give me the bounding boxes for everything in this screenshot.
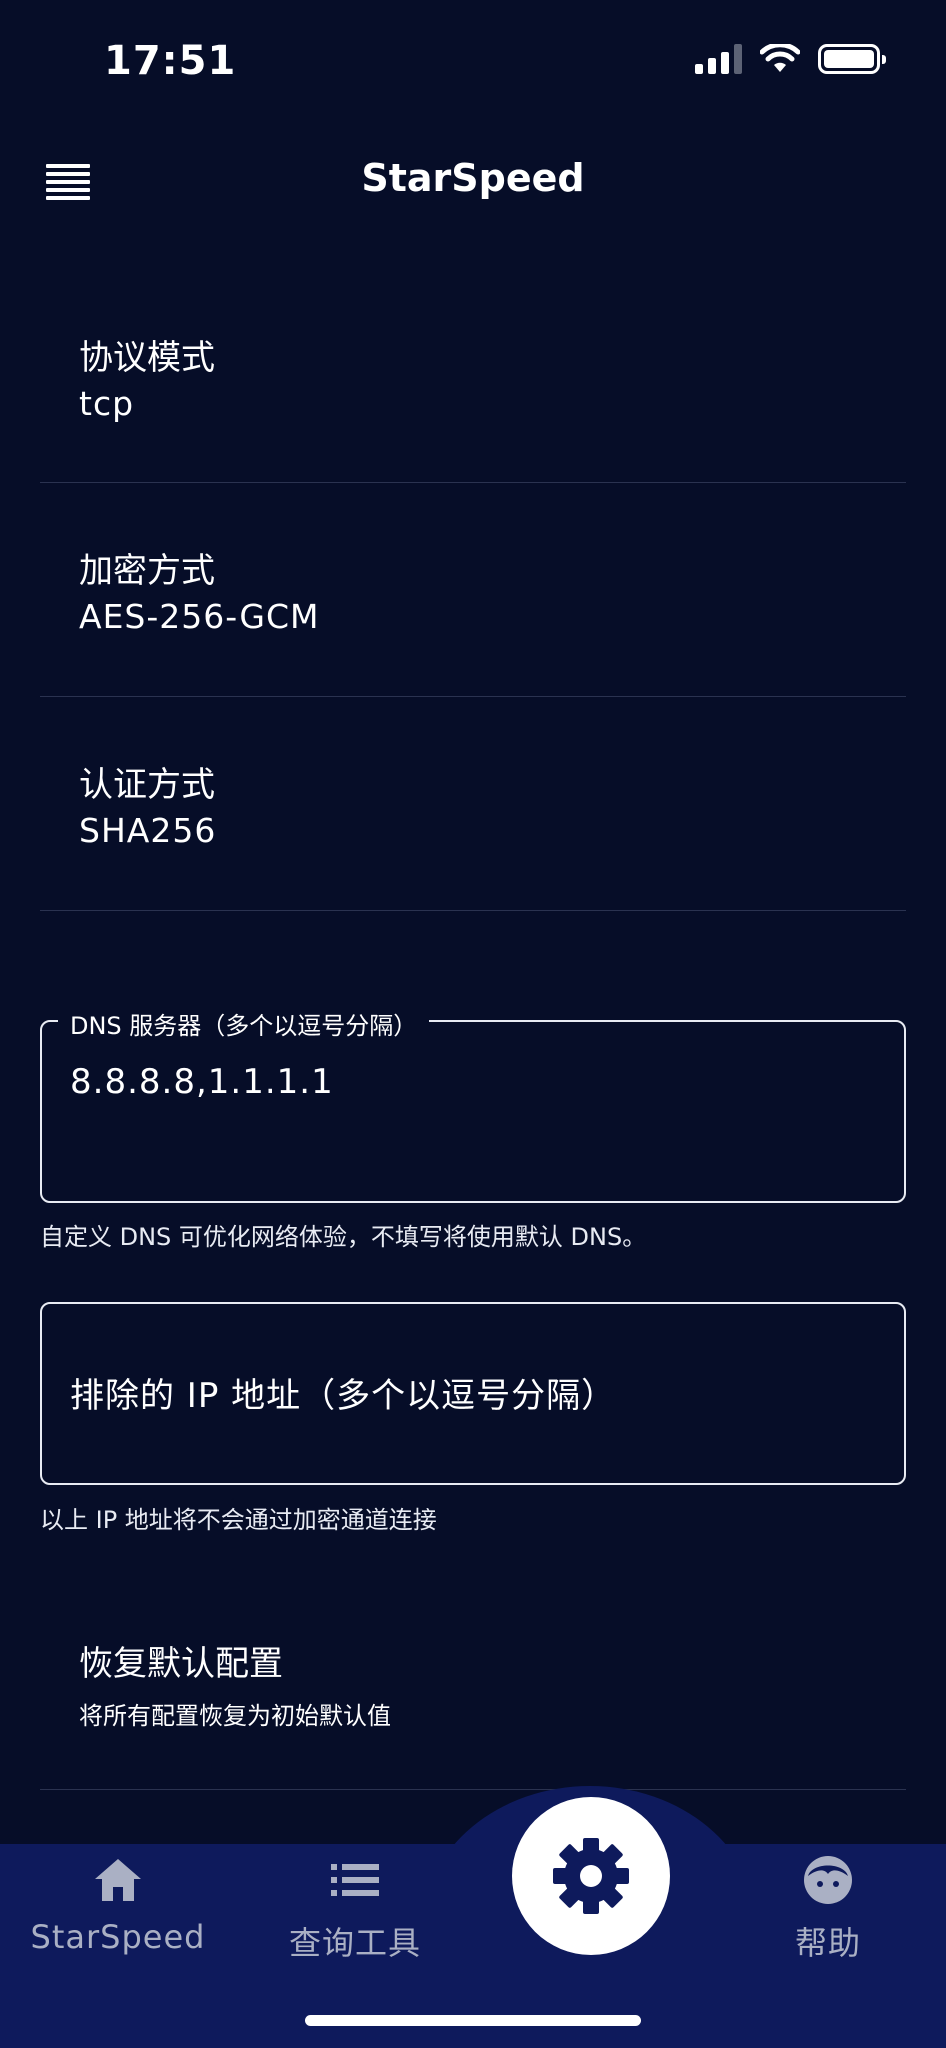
dns-helper-text: 自定义 DNS 可优化网络体验，不填写将使用默认 DNS。 — [40, 1223, 647, 1251]
page-title: StarSpeed — [361, 156, 585, 200]
home-icon — [18, 1852, 218, 1908]
encryption-method-value: AES-256-GCM — [79, 597, 320, 636]
list-icon — [255, 1852, 455, 1908]
dns-server-value: 8.8.8.8,1.1.1.1 — [70, 1062, 334, 1102]
settings-screen: 17:51 StarSpeed 协议模式 tcp 加密方式 AES-256-GC… — [0, 0, 946, 2048]
status-icons — [695, 44, 886, 74]
encryption-method-label: 加密方式 — [79, 551, 215, 591]
encryption-method-row[interactable]: 加密方式 AES-256-GCM — [40, 483, 906, 696]
tab-starspeed[interactable]: StarSpeed — [18, 1852, 218, 1956]
tab-help-label: 帮助 — [794, 1924, 861, 1962]
auth-method-label: 认证方式 — [79, 765, 215, 805]
excluded-ip-input[interactable]: 排除的 IP 地址（多个以逗号分隔） — [40, 1302, 906, 1485]
tab-help[interactable]: 帮助 — [728, 1852, 928, 1964]
divider — [40, 910, 906, 911]
face-icon — [728, 1852, 928, 1908]
wifi-icon — [760, 44, 800, 72]
dns-server-input[interactable]: DNS 服务器（多个以逗号分隔） 8.8.8.8,1.1.1.1 — [40, 1006, 906, 1203]
tab-starspeed-label: StarSpeed — [30, 1918, 206, 1956]
auth-method-value: SHA256 — [79, 811, 217, 850]
auth-method-row[interactable]: 认证方式 SHA256 — [40, 697, 906, 910]
restore-defaults-subtitle: 将所有配置恢复为初始默认值 — [79, 1702, 391, 1730]
excluded-ip-helper-text: 以上 IP 地址将不会通过加密通道连接 — [40, 1506, 437, 1534]
protocol-mode-value: tcp — [79, 384, 135, 423]
dns-server-label: DNS 服务器（多个以逗号分隔） — [58, 1006, 430, 1041]
battery-icon — [818, 44, 886, 74]
tab-settings[interactable] — [512, 1797, 670, 1955]
restore-defaults-row[interactable]: 恢复默认配置 将所有配置恢复为初始默认值 — [40, 1610, 906, 1788]
divider — [40, 1789, 906, 1790]
protocol-mode-row[interactable]: 协议模式 tcp — [40, 300, 906, 482]
excluded-ip-placeholder: 排除的 IP 地址（多个以逗号分隔） — [70, 1376, 617, 1416]
tab-query-tools-label: 查询工具 — [288, 1924, 421, 1962]
protocol-mode-label: 协议模式 — [79, 338, 215, 378]
status-time: 17:51 — [104, 38, 237, 84]
cellular-signal-icon — [695, 44, 742, 74]
tab-query-tools[interactable]: 查询工具 — [255, 1852, 455, 1964]
home-indicator — [305, 2015, 641, 2026]
gear-icon — [553, 1838, 629, 1914]
restore-defaults-title: 恢复默认配置 — [79, 1644, 283, 1684]
